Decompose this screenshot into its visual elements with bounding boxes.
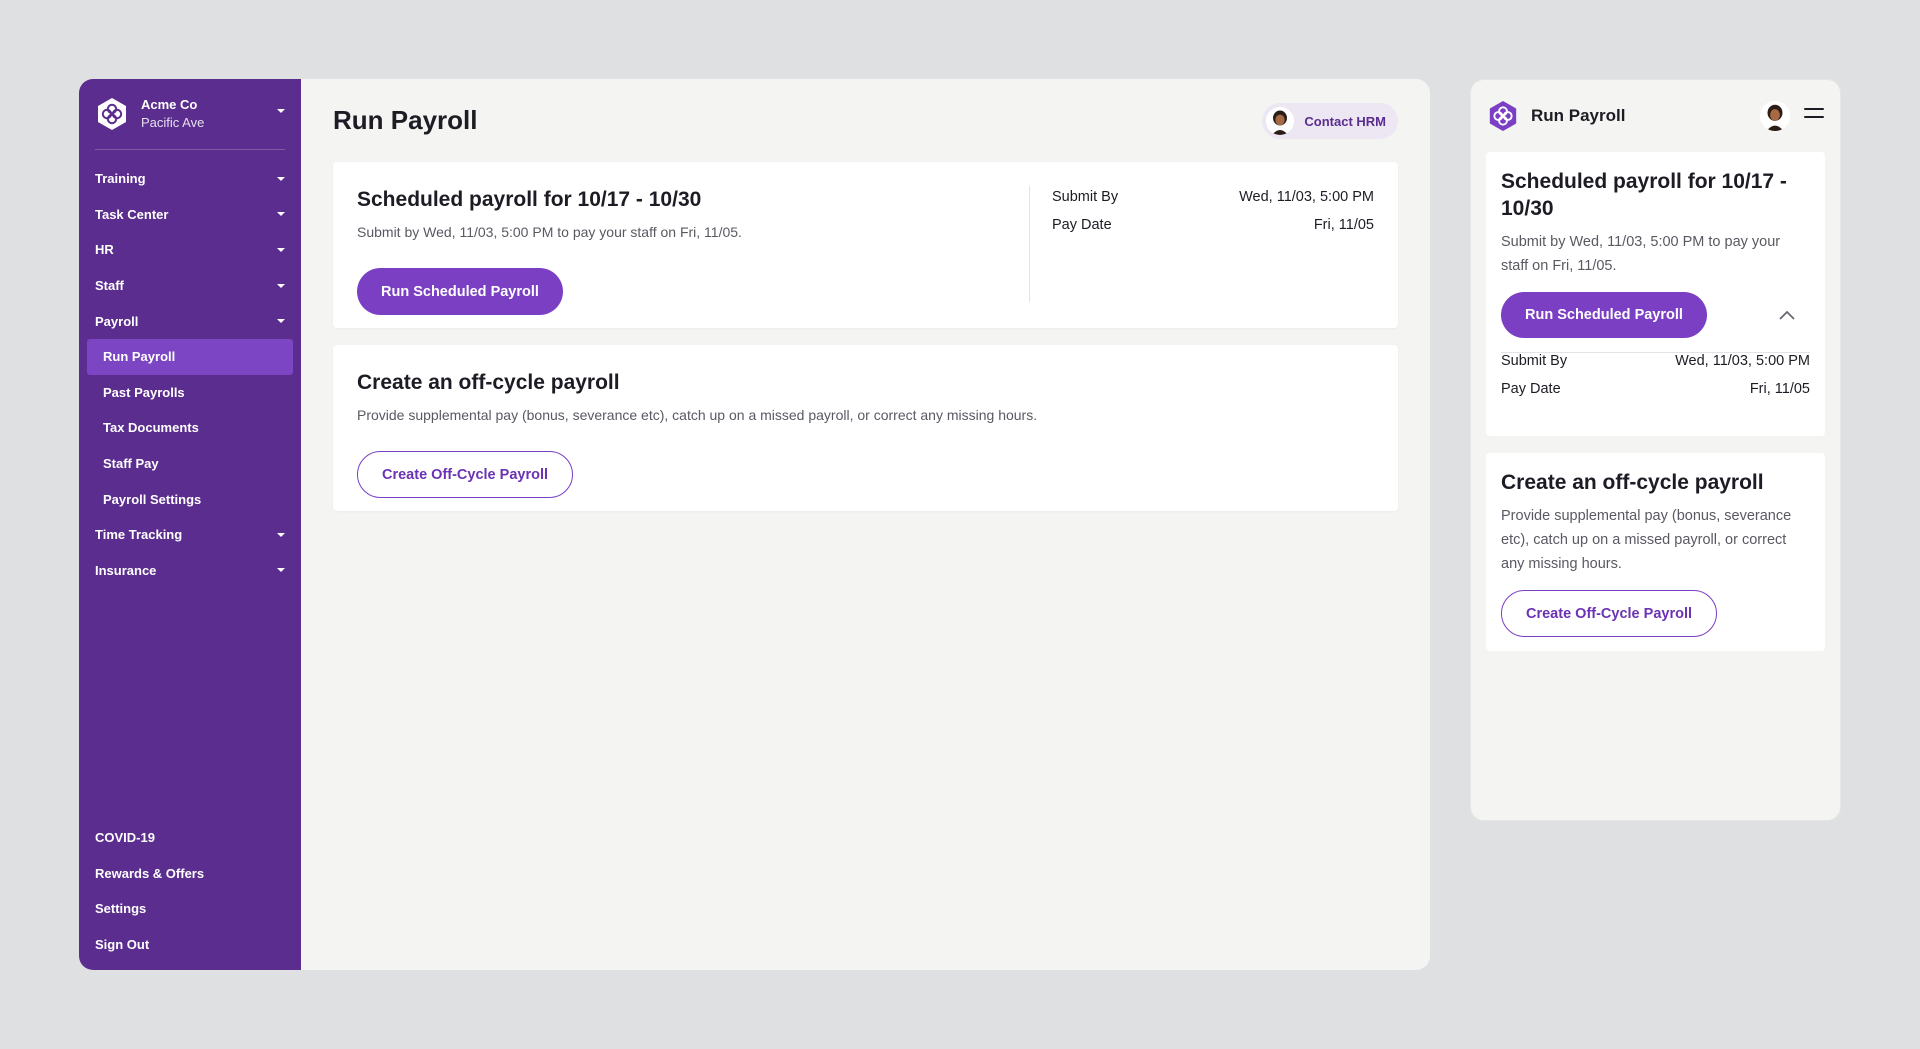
caret-down-icon xyxy=(277,532,285,537)
sidebar-item-task-center[interactable]: Task Center xyxy=(87,197,293,233)
hexagon-logo-icon xyxy=(1489,100,1517,132)
pay-date-value: Fri, 11/05 xyxy=(1313,217,1374,233)
sidebar-subitem-staff-pay[interactable]: Staff Pay xyxy=(87,446,293,482)
mobile-page-title: Run Payroll xyxy=(1531,106,1626,125)
offcycle-payroll-description: Provide supplemental pay (bonus, severan… xyxy=(357,407,1038,423)
sidebar-subitem-tax-documents[interactable]: Tax Documents xyxy=(87,410,293,446)
scheduled-payroll-card: Scheduled payroll for 10/17 - 10/30 Subm… xyxy=(333,162,1398,328)
sidebar-item-covid-19[interactable]: COVID-19 xyxy=(87,820,293,856)
hamburger-menu-icon[interactable] xyxy=(1804,108,1824,122)
mobile-app-frame: Run Payroll Scheduled payroll for 10/17 … xyxy=(1470,79,1841,821)
sidebar-item-label: Task Center xyxy=(95,206,169,222)
sidebar-bottom-nav: COVID-19 Rewards & Offers Settings Sign … xyxy=(87,820,293,962)
org-name: Acme Co xyxy=(141,97,198,113)
scheduled-payroll-title: Scheduled payroll for 10/17 - 10/30 xyxy=(1501,170,1787,220)
person-avatar-icon xyxy=(1760,101,1790,131)
mobile-scheduled-payroll-card: Scheduled payroll for 10/17 - 10/30 Subm… xyxy=(1486,152,1825,436)
caret-down-icon xyxy=(277,247,285,252)
avatar[interactable] xyxy=(1760,101,1790,131)
sidebar-item-settings[interactable]: Settings xyxy=(87,891,293,927)
caret-down-icon xyxy=(277,176,285,181)
scheduled-payroll-description: Submit by Wed, 11/03, 5:00 PM to pay you… xyxy=(357,224,742,240)
pay-date-label: Pay Date xyxy=(1501,381,1561,397)
run-scheduled-payroll-button[interactable]: Run Scheduled Payroll xyxy=(357,268,563,315)
scheduled-payroll-title: Scheduled payroll for 10/17 - 10/30 xyxy=(357,188,702,211)
caret-down-icon xyxy=(277,283,285,288)
offcycle-payroll-title: Create an off-cycle payroll xyxy=(1501,471,1764,494)
submit-by-label: Submit By xyxy=(1052,189,1119,205)
chevron-up-icon[interactable] xyxy=(1778,309,1796,321)
pay-date-value: Fri, 11/05 xyxy=(1749,381,1810,397)
sidebar-nav: Training Task Center HR Staff Payroll Ru… xyxy=(87,161,293,588)
sidebar-item-label: Staff xyxy=(95,278,124,294)
scheduled-payroll-description: Submit by Wed, 11/03, 5:00 PM to pay you… xyxy=(1501,234,1781,274)
sidebar-subitem-payroll-settings[interactable]: Payroll Settings xyxy=(87,481,293,517)
caret-down-icon xyxy=(277,212,285,217)
divider xyxy=(1029,186,1030,302)
org-switcher[interactable]: Acme Co Pacific Ave xyxy=(95,79,285,150)
sidebar-subitem-past-payrolls[interactable]: Past Payrolls xyxy=(87,375,293,411)
pay-date-label: Pay Date xyxy=(1052,217,1112,233)
sidebar-item-label: HR xyxy=(95,242,114,258)
scheduled-payroll-details: Submit By Wed, 11/03, 5:00 PM Pay Date F… xyxy=(1052,189,1374,245)
sidebar-item-label: Payroll xyxy=(95,313,139,329)
sidebar-item-hr[interactable]: HR xyxy=(87,232,293,268)
submit-by-value: Wed, 11/03, 5:00 PM xyxy=(1675,353,1810,369)
sidebar-item-label: Training xyxy=(95,171,146,187)
caret-down-icon xyxy=(277,568,285,573)
person-avatar-icon xyxy=(1266,107,1295,135)
sidebar-item-sign-out[interactable]: Sign Out xyxy=(87,926,293,962)
submit-by-label: Submit By xyxy=(1501,353,1568,369)
sidebar-item-label: Time Tracking xyxy=(95,527,183,543)
sidebar-item-training[interactable]: Training xyxy=(87,161,293,197)
avatar xyxy=(1266,107,1295,135)
mobile-offcycle-payroll-card: Create an off-cycle payroll Provide supp… xyxy=(1486,453,1825,651)
desktop-app-frame: Acme Co Pacific Ave Training Task Center… xyxy=(79,79,1430,970)
page-title: Run Payroll xyxy=(333,105,478,135)
contact-hrm-button[interactable]: Contact HRM xyxy=(1262,103,1398,139)
caret-down-icon xyxy=(277,109,285,113)
create-offcycle-payroll-button[interactable]: Create Off-Cycle Payroll xyxy=(1501,590,1718,637)
offcycle-payroll-card: Create an off-cycle payroll Provide supp… xyxy=(333,345,1398,511)
sidebar-subitem-run-payroll[interactable]: Run Payroll xyxy=(87,338,293,375)
sidebar-item-rewards-offers[interactable]: Rewards & Offers xyxy=(87,855,293,891)
sidebar-item-staff[interactable]: Staff xyxy=(87,268,293,304)
mobile-header: Run Payroll xyxy=(1471,80,1840,152)
sidebar-item-time-tracking[interactable]: Time Tracking xyxy=(87,517,293,553)
org-location: Pacific Ave xyxy=(141,115,205,130)
run-scheduled-payroll-button[interactable]: Run Scheduled Payroll xyxy=(1501,292,1707,338)
sidebar: Acme Co Pacific Ave Training Task Center… xyxy=(79,79,301,970)
contact-hrm-label: Contact HRM xyxy=(1304,113,1386,129)
offcycle-payroll-title: Create an off-cycle payroll xyxy=(357,371,620,394)
offcycle-payroll-description: Provide supplemental pay (bonus, severan… xyxy=(1501,508,1792,572)
hexagon-logo-icon xyxy=(98,98,126,130)
caret-down-icon xyxy=(277,319,285,324)
sidebar-item-payroll[interactable]: Payroll xyxy=(87,303,293,339)
sidebar-item-insurance[interactable]: Insurance xyxy=(87,553,293,589)
sidebar-item-label: Insurance xyxy=(95,562,157,578)
submit-by-value: Wed, 11/03, 5:00 PM xyxy=(1239,189,1374,205)
main-content: Run Payroll Contact HRM Scheduled payrol… xyxy=(301,79,1430,970)
create-offcycle-payroll-button[interactable]: Create Off-Cycle Payroll xyxy=(357,451,574,498)
